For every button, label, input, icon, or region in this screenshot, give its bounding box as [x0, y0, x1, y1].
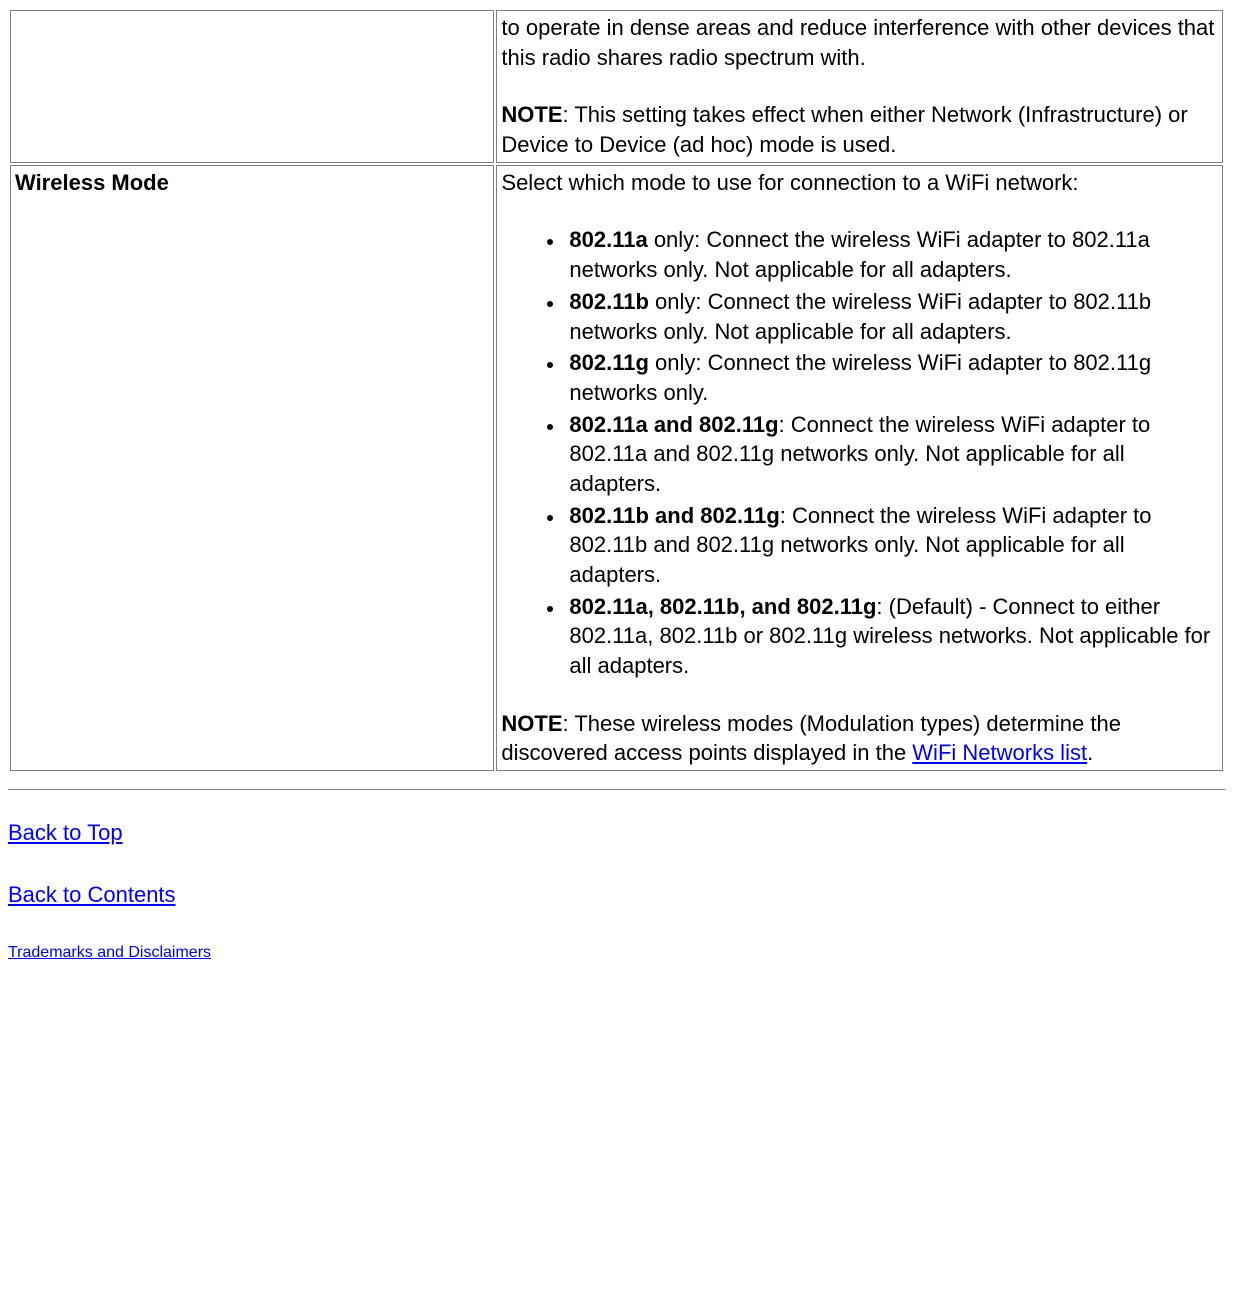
list-item: 802.11a only: Connect the wireless WiFi … — [565, 225, 1218, 284]
note-label: NOTE — [501, 711, 562, 736]
mode-name: 802.11a and 802.11g — [569, 412, 778, 437]
mode-name: 802.11g — [569, 350, 649, 375]
wifi-networks-list-link[interactable]: WiFi Networks list — [912, 740, 1087, 765]
note-label: NOTE — [501, 102, 562, 127]
divider — [8, 789, 1225, 790]
note-text: NOTE: These wireless modes (Modulation t… — [501, 709, 1218, 768]
nav-item: Trademarks and Disclaimers — [8, 942, 1225, 964]
mode-name: 802.11b and 802.11g — [569, 503, 779, 528]
nav-item: Back to Contents — [8, 880, 1225, 910]
back-to-contents-link[interactable]: Back to Contents — [8, 882, 176, 907]
setting-label: Wireless Mode — [15, 170, 169, 195]
settings-table: to operate in dense areas and reduce int… — [8, 8, 1225, 773]
list-item: 802.11b only: Connect the wireless WiFi … — [565, 287, 1218, 346]
mode-name: 802.11a — [569, 227, 647, 252]
table-row: to operate in dense areas and reduce int… — [10, 10, 1223, 163]
intro-text: Select which mode to use for connection … — [501, 168, 1218, 198]
nav-item: Back to Top — [8, 818, 1225, 848]
setting-label-cell — [10, 10, 494, 163]
wireless-modes-list: 802.11a only: Connect the wireless WiFi … — [501, 225, 1218, 680]
mode-name: 802.11b — [569, 289, 649, 314]
list-item: 802.11g only: Connect the wireless WiFi … — [565, 348, 1218, 407]
table-row: Wireless Mode Select which mode to use f… — [10, 165, 1223, 771]
list-item: 802.11b and 802.11g: Connect the wireles… — [565, 501, 1218, 590]
mode-desc: only: Connect the wireless WiFi adapter … — [569, 289, 1151, 344]
back-to-top-link[interactable]: Back to Top — [8, 820, 123, 845]
setting-desc-cell: Select which mode to use for connection … — [496, 165, 1223, 771]
note-text: NOTE: This setting takes effect when eit… — [501, 100, 1218, 159]
setting-label-cell: Wireless Mode — [10, 165, 494, 771]
list-item: 802.11a, 802.11b, and 802.11g: (Default)… — [565, 592, 1218, 681]
setting-desc-cell: to operate in dense areas and reduce int… — [496, 10, 1223, 163]
mode-desc: only: Connect the wireless WiFi adapter … — [569, 350, 1151, 405]
note-body: : This setting takes effect when either … — [501, 102, 1187, 157]
desc-text: to operate in dense areas and reduce int… — [501, 13, 1218, 72]
note-post: . — [1087, 740, 1093, 765]
mode-name: 802.11a, 802.11b, and 802.11g — [569, 594, 876, 619]
trademarks-link[interactable]: Trademarks and Disclaimers — [8, 944, 211, 961]
list-item: 802.11a and 802.11g: Connect the wireles… — [565, 410, 1218, 499]
mode-desc: only: Connect the wireless WiFi adapter … — [569, 227, 1150, 282]
